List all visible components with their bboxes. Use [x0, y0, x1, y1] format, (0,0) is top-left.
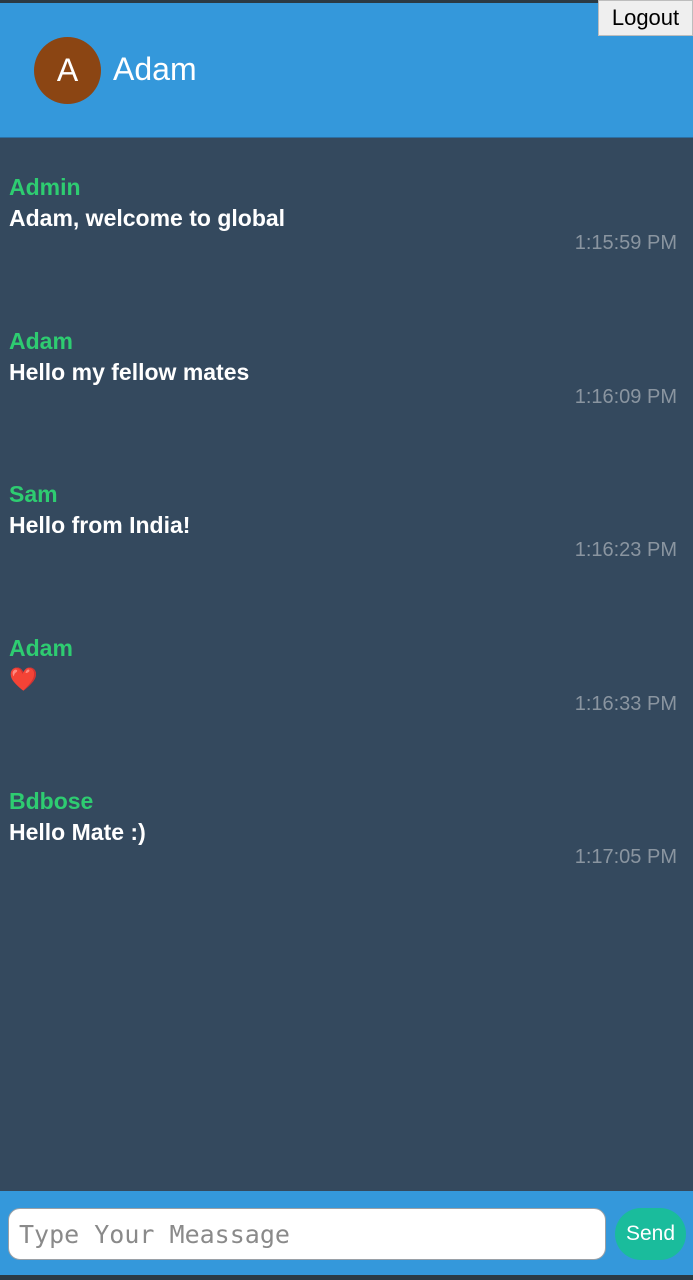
composer-bar: Send: [0, 1191, 693, 1275]
message-item: Bdbose Hello Mate :) 1:17:05 PM: [0, 787, 693, 907]
message-text: Adam, welcome to global: [9, 205, 286, 231]
message-item: Admin Adam, welcome to global 1:15:59 PM: [0, 173, 693, 293]
message-input[interactable]: [8, 1208, 606, 1260]
message-sender: Adam: [9, 635, 73, 661]
message-text: Hello from India!: [9, 512, 191, 538]
message-item: Sam Hello from India! 1:16:23 PM: [0, 480, 693, 600]
avatar: A: [34, 37, 101, 104]
message-sender: Sam: [9, 481, 58, 507]
chat-header: A Adam: [0, 3, 693, 138]
message-time: 1:15:59 PM: [574, 232, 677, 254]
message-sender: Bdbose: [9, 788, 94, 814]
message-time: 1:16:33 PM: [574, 693, 677, 715]
message-time: 1:16:09 PM: [574, 386, 677, 408]
message-text: Hello my fellow mates: [9, 359, 250, 385]
message-text: Hello Mate :): [9, 819, 146, 845]
message-list: Admin Adam, welcome to global 1:15:59 PM…: [0, 138, 693, 1190]
message-sender: Adam: [9, 328, 73, 354]
message-text: ❤️: [9, 666, 38, 692]
logout-button[interactable]: Logout: [598, 0, 693, 36]
message-item: Adam Hello my fellow mates 1:16:09 PM: [0, 327, 693, 447]
bottom-strip: [0, 1275, 693, 1280]
message-time: 1:16:23 PM: [574, 539, 677, 561]
message-time: 1:17:05 PM: [574, 846, 677, 868]
message-item: Adam ❤️ 1:16:33 PM: [0, 634, 693, 754]
username: Adam: [113, 51, 197, 87]
send-button[interactable]: Send: [615, 1208, 686, 1260]
message-sender: Admin: [9, 174, 81, 200]
